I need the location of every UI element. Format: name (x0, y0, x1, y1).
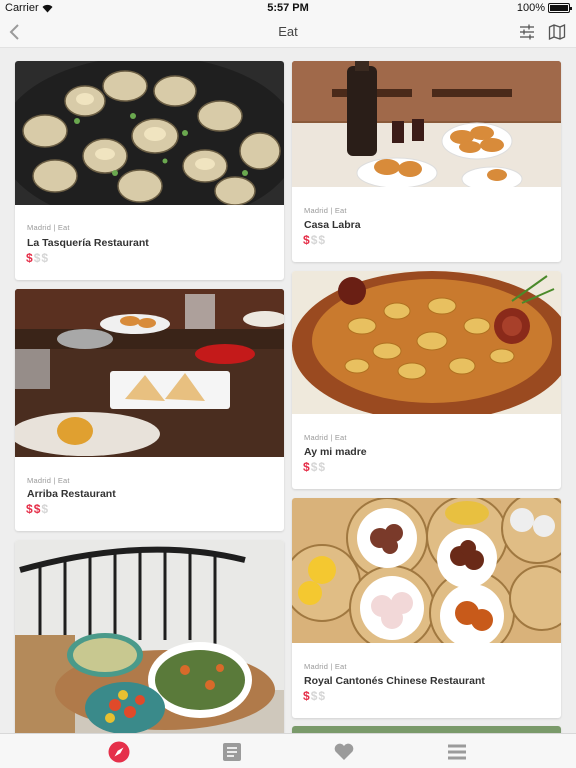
tab-bar (0, 733, 576, 768)
navigation-bar: Eat (0, 16, 576, 48)
price-dollar-sign: $ (26, 502, 34, 516)
price-dollar-sign: $ (41, 251, 50, 265)
price-level: $$$ (303, 233, 326, 247)
dim-sum-photo (292, 498, 561, 643)
stew-bowl-photo (292, 271, 561, 414)
restaurant-card[interactable]: Madrid | Eat Royal Cantonés Chinese Rest… (292, 498, 561, 718)
price-level: $$$ (26, 502, 49, 516)
clams-dish-photo (15, 61, 284, 205)
price-dollar-sign: $ (303, 460, 311, 474)
document-icon[interactable] (221, 741, 243, 763)
restaurant-card[interactable]: Madrid | Eat Ay mi madre $$$ (292, 271, 561, 489)
page-title: Eat (278, 24, 298, 39)
sliders-icon[interactable] (518, 23, 536, 41)
card-location: Madrid | Eat (304, 662, 347, 671)
restaurant-name: Ay mi madre (304, 446, 367, 458)
menu-icon[interactable] (446, 741, 468, 763)
battery-info: 100% (516, 2, 572, 14)
price-dollar-sign: $ (318, 233, 327, 247)
map-icon[interactable] (548, 23, 566, 41)
battery-percent: 100% (516, 2, 545, 14)
price-dollar-sign: $ (41, 502, 50, 516)
status-bar: Carrier 5:57 PM 100% (0, 0, 576, 16)
restaurant-name: Arriba Restaurant (27, 488, 116, 500)
price-level: $$$ (303, 689, 326, 703)
card-location: Madrid | Eat (27, 476, 70, 485)
card-location: Madrid | Eat (27, 223, 70, 232)
clock: 5:57 PM (267, 2, 309, 14)
restaurant-card[interactable]: Madrid | Eat La Tasquería Restaurant $$$ (15, 61, 284, 280)
bar-table-croquettes-photo (292, 61, 561, 187)
restaurant-card[interactable]: Madrid | Eat Casa Labra $$$ (292, 61, 561, 262)
restaurant-card[interactable] (15, 540, 284, 733)
heart-icon[interactable] (333, 741, 355, 763)
price-dollar-sign: $ (303, 689, 311, 703)
price-level: $$$ (303, 460, 326, 474)
price-dollar-sign: $ (303, 233, 311, 247)
price-level: $$$ (26, 251, 49, 265)
card-location: Madrid | Eat (304, 433, 347, 442)
restaurant-table-photo (15, 289, 284, 457)
restaurant-name: La Tasquería Restaurant (27, 237, 149, 249)
restaurant-name: Royal Cantonés Chinese Restaurant (304, 675, 485, 687)
price-dollar-sign: $ (26, 251, 34, 265)
card-location: Madrid | Eat (304, 206, 347, 215)
compass-icon[interactable] (108, 741, 130, 763)
restaurant-name: Casa Labra (304, 219, 361, 231)
price-dollar-sign: $ (318, 460, 327, 474)
restaurant-card[interactable] (292, 726, 561, 733)
battery-icon (548, 3, 572, 13)
restaurant-feed[interactable]: Madrid | Eat La Tasquería Restaurant $ $ $… (0, 49, 576, 733)
price-dollar-sign: $ (318, 689, 327, 703)
restaurant-card[interactable]: Madrid | Eat Arriba Restaurant $$$ (15, 289, 284, 531)
salad-bowls-chair-photo (15, 540, 284, 733)
